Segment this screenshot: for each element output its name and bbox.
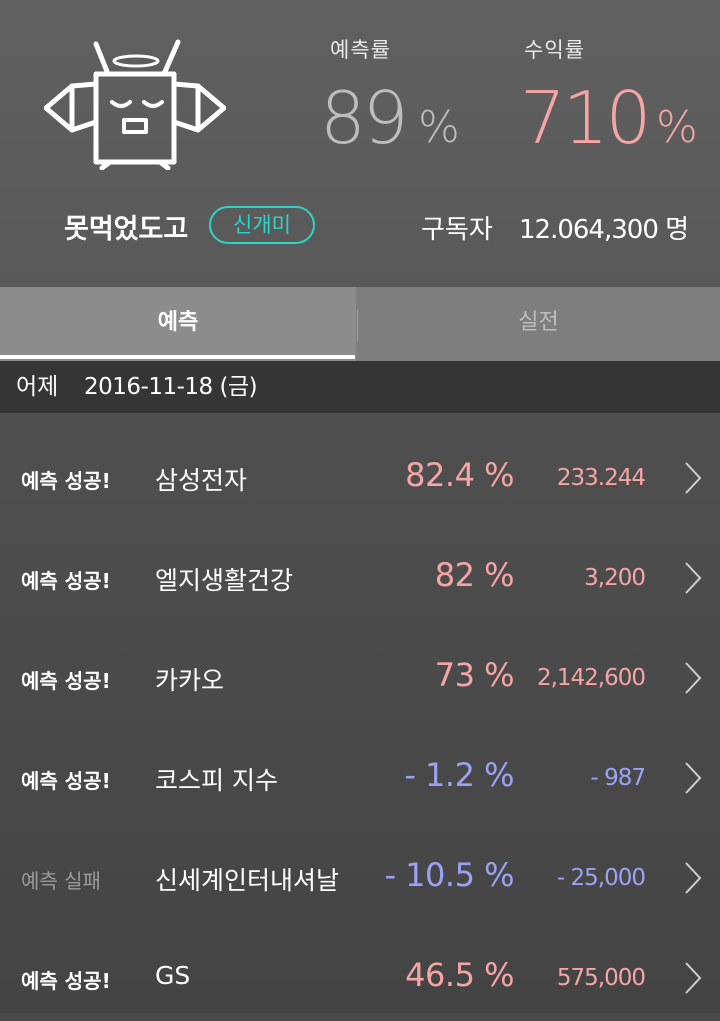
prediction-result: 예측 성공! bbox=[21, 769, 111, 793]
chevron-right-icon bbox=[685, 762, 702, 794]
prediction-result: 예측 성공! bbox=[21, 469, 111, 493]
list-item[interactable]: 예측 실패 신세계인터내셔날 - 10.5 % - 25,000 bbox=[0, 821, 720, 921]
date-value: 2016-11-18 (금) bbox=[84, 374, 258, 400]
prediction-amount: - 25,000 bbox=[556, 865, 646, 891]
list-item[interactable]: 예측 성공! 엘지생활건강 82 % 3,200 bbox=[0, 521, 720, 621]
prediction-rate-unit: % bbox=[418, 102, 460, 153]
chevron-right-icon bbox=[685, 862, 702, 894]
prediction-rate-label: 예측률 bbox=[330, 38, 391, 62]
list-item[interactable]: 예측 성공! 카카오 73 % 2,142,600 bbox=[0, 621, 720, 721]
tab-predict[interactable]: 예측 bbox=[0, 287, 356, 361]
prediction-result: 예측 성공! bbox=[21, 569, 111, 593]
stock-name: 삼성전자 bbox=[155, 466, 248, 495]
stock-name: 카카오 bbox=[155, 666, 225, 695]
subscribers-label: 구독자 bbox=[421, 215, 493, 245]
tab-bar: 예측 실전 bbox=[0, 287, 720, 362]
profit-rate-label: 수익률 bbox=[524, 38, 585, 62]
prediction-percent: - 1.2 % bbox=[404, 756, 514, 794]
stock-name: GS bbox=[155, 961, 191, 990]
subscribers-count: 12.064,300 명 bbox=[519, 215, 689, 245]
prediction-percent: 46.5 % bbox=[405, 956, 514, 994]
chevron-right-icon bbox=[685, 462, 702, 494]
prediction-percent: 73 % bbox=[434, 656, 515, 694]
stock-name: 엘지생활건강 bbox=[155, 566, 294, 595]
stock-name: 코스피 지수 bbox=[155, 766, 278, 795]
prediction-result: 예측 성공! bbox=[21, 669, 111, 693]
prediction-result: 예측 성공! bbox=[21, 969, 111, 993]
robot-mascot-icon bbox=[44, 39, 226, 170]
list-item[interactable]: 예측 성공! GS 46.5 % 575,000 bbox=[0, 921, 720, 1021]
profile-header: 예측률 수익률 89 % 710 % 못먹었도고 신개미 구독자 12.064,… bbox=[0, 0, 720, 287]
prediction-rate-value: 89 bbox=[320, 76, 409, 160]
list-item[interactable]: 예측 성공! 코스피 지수 - 1.2 % - 987 bbox=[0, 721, 720, 821]
prediction-percent: - 10.5 % bbox=[384, 856, 514, 894]
prediction-percent: 82.4 % bbox=[405, 456, 514, 494]
stock-name: 신세계인터내셔날 bbox=[155, 866, 340, 895]
date-label: 어제 bbox=[16, 374, 59, 400]
prediction-percent: 82 % bbox=[434, 556, 515, 594]
prediction-amount: 233.244 bbox=[556, 465, 646, 491]
date-bar: 어제 2016-11-18 (금) bbox=[0, 361, 720, 413]
profit-rate-unit: % bbox=[656, 102, 698, 153]
prediction-amount: 575,000 bbox=[556, 965, 646, 991]
list-item[interactable]: 예측 성공! 삼성전자 82.4 % 233.244 bbox=[0, 421, 720, 521]
username: 못먹었도고 bbox=[64, 214, 189, 245]
chevron-right-icon bbox=[685, 662, 702, 694]
tab-real[interactable]: 실전 bbox=[357, 287, 720, 361]
prediction-result: 예측 실패 bbox=[21, 869, 101, 893]
profit-rate-value: 710 bbox=[520, 76, 651, 160]
prediction-list: 예측 성공! 삼성전자 82.4 % 233.244 예측 성공! 엘지생활건강… bbox=[0, 413, 720, 1013]
prediction-amount: - 987 bbox=[590, 765, 646, 791]
prediction-amount: 2,142,600 bbox=[536, 665, 646, 691]
chevron-right-icon bbox=[685, 562, 702, 594]
rank-badge: 신개미 bbox=[209, 206, 315, 244]
prediction-amount: 3,200 bbox=[584, 565, 646, 591]
chevron-right-icon bbox=[685, 962, 702, 994]
